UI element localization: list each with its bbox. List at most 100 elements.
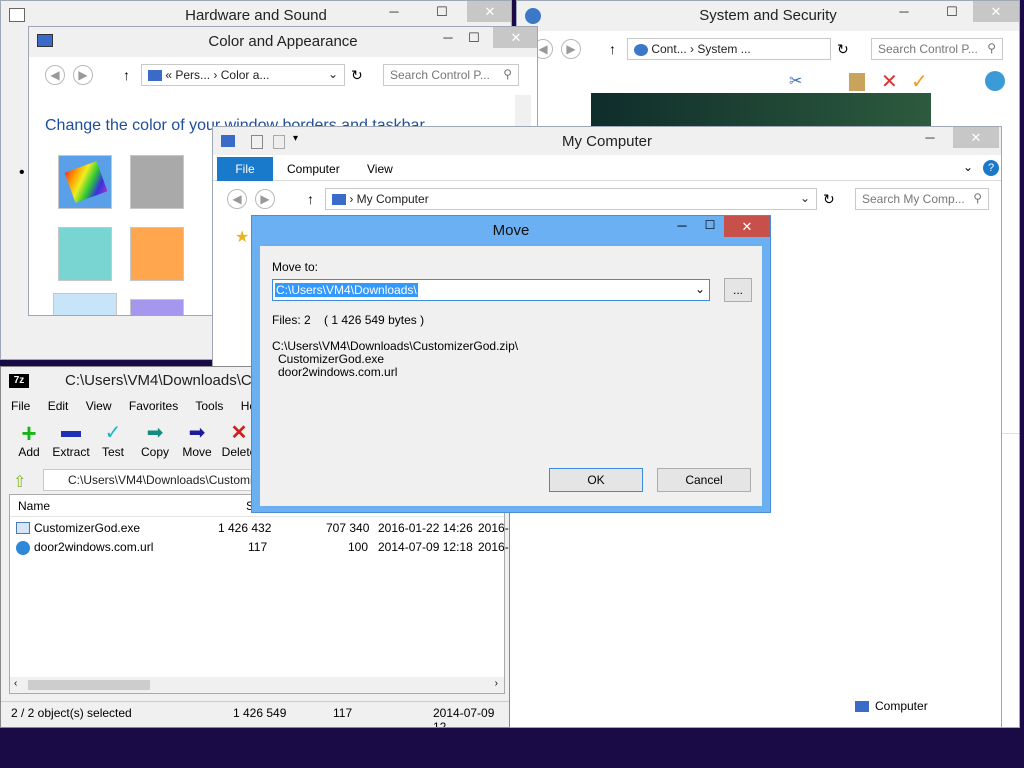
refresh-icon[interactable]: ↻ [837, 41, 849, 58]
breadcrumb-overflow[interactable]: « [165, 68, 172, 82]
breadcrumb-item[interactable]: System ... [697, 42, 750, 56]
forward-button[interactable]: ▶ [255, 189, 275, 209]
column-name[interactable]: Name [18, 499, 50, 513]
move-to-label: Move to: [272, 260, 319, 274]
move-dialog-body: Move to: C:\Users\VM4\Downloads\ ⌄ ... F… [260, 246, 762, 506]
search-icon: ⚲ [503, 67, 512, 81]
file-extra: 2016- [478, 521, 509, 535]
menu-file[interactable]: File [11, 399, 30, 413]
favorites-star-icon[interactable]: ★ [235, 227, 249, 247]
status-size: 1 426 549 [233, 706, 287, 720]
dropdown-arrow-icon[interactable]: ⌄ [800, 191, 810, 205]
browse-button[interactable]: ... [724, 278, 752, 302]
cancel-button[interactable]: Cancel [657, 468, 751, 492]
ribbon-expand-icon[interactable]: ⌄ [963, 160, 973, 174]
minimize-button[interactable]: ─ [371, 1, 417, 22]
move-dialog-titlebar: Move ─ ☐ ✕ [252, 216, 770, 244]
breadcrumb-item[interactable]: Cont... [651, 42, 686, 56]
maximize-button[interactable]: ☐ [698, 218, 722, 236]
close-button[interactable]: ✕ [493, 27, 537, 48]
cut-icon[interactable]: ✂ [789, 71, 802, 91]
app-toolbar: ✂ ✕ ✓ [697, 69, 1017, 95]
search-input[interactable]: Search My Comp... ⚲ [855, 188, 989, 210]
source-archive-path: C:\Users\VM4\Downloads\CustomizerGod.zip… [272, 339, 519, 353]
close-button[interactable]: ✕ [467, 1, 511, 22]
color-tile-blue[interactable] [53, 293, 117, 315]
search-icon: ⚲ [987, 41, 996, 55]
minimize-button[interactable]: ─ [670, 218, 694, 236]
copy-button[interactable]: ➡ Copy [135, 421, 175, 459]
horizontal-scrollbar[interactable]: ‹ › [10, 677, 504, 693]
address-bar[interactable]: « Pers... › Color a... ⌄ [141, 64, 345, 86]
search-input[interactable]: Search Control P... ⚲ [871, 38, 1003, 60]
back-button[interactable]: ◀ [227, 189, 247, 209]
search-placeholder: Search My Comp... [862, 192, 965, 206]
move-arrow-icon: ➡ [188, 422, 206, 444]
forward-button[interactable]: ▶ [73, 65, 93, 85]
table-row[interactable]: CustomizerGod.exe 1 426 432 707 340 2016… [14, 521, 509, 539]
status-date: 2014-07-09 12 [433, 706, 495, 728]
close-button[interactable]: ✕ [953, 127, 999, 148]
close-button[interactable]: ✕ [724, 216, 770, 237]
address-bar[interactable]: › My Computer ⌄ [325, 188, 817, 210]
color-tile-purple[interactable] [130, 299, 184, 315]
minimize-button[interactable]: ─ [907, 127, 953, 148]
search-input[interactable]: Search Control P... ⚲ [383, 64, 519, 86]
clipboard-icon[interactable] [849, 73, 865, 91]
color-tile-orange[interactable] [130, 227, 184, 281]
refresh-icon[interactable]: ↻ [823, 191, 835, 208]
globe-icon[interactable] [985, 71, 1005, 91]
address-bar[interactable]: Cont... › System ... [627, 38, 831, 60]
breadcrumb-item[interactable]: Color a... [221, 68, 270, 82]
back-button[interactable]: ◀ [45, 65, 65, 85]
scroll-thumb[interactable] [28, 680, 150, 690]
forward-button[interactable]: ▶ [561, 39, 581, 59]
move-button[interactable]: ➡ Move [177, 421, 217, 459]
minimize-button[interactable]: ─ [881, 1, 927, 22]
delete-icon[interactable]: ✕ [881, 69, 898, 94]
scroll-left-icon[interactable]: ‹ [14, 678, 17, 689]
menu-favorites[interactable]: Favorites [129, 399, 178, 413]
maximize-button[interactable]: ☐ [451, 27, 497, 48]
scroll-right-icon[interactable]: › [495, 678, 498, 689]
test-button[interactable]: ✓ Test [93, 421, 133, 459]
refresh-icon[interactable]: ↻ [351, 67, 363, 84]
table-row[interactable]: door2windows.com.url 117 100 2014-07-09 … [14, 540, 509, 558]
extract-button[interactable]: Extract [51, 421, 91, 459]
up-arrow-icon[interactable]: ↑ [307, 191, 314, 207]
check-icon[interactable]: ✓ [911, 69, 928, 94]
toolbar-label: Add [18, 445, 40, 459]
menu-edit[interactable]: Edit [48, 399, 69, 413]
close-button[interactable]: ✕ [973, 1, 1019, 22]
address-text: My Computer [356, 192, 429, 206]
destination-path-combo[interactable]: C:\Users\VM4\Downloads\ ⌄ [272, 279, 710, 301]
color-tile-gray[interactable] [130, 155, 184, 209]
file-list: Name Si CustomizerGod.exe 1 426 432 707 … [9, 494, 509, 694]
folder-up-icon[interactable]: ⇧ [13, 472, 26, 492]
help-icon[interactable]: ? [983, 160, 999, 176]
up-arrow-icon[interactable]: ↑ [609, 41, 616, 57]
sevenzip-logo-icon: 7z [9, 374, 29, 388]
maximize-button[interactable]: ☐ [929, 1, 975, 22]
check-icon: ✓ [104, 422, 122, 444]
minus-icon [51, 421, 91, 445]
up-arrow-icon[interactable]: ↑ [123, 67, 130, 83]
dropdown-arrow-icon[interactable]: ⌄ [328, 67, 338, 81]
menu-tools[interactable]: Tools [195, 399, 223, 413]
breadcrumb-item[interactable]: Pers... [175, 68, 210, 82]
color-picker-tile[interactable] [58, 155, 112, 209]
menu-bar: File Edit View Favorites Tools Help [11, 399, 279, 413]
status-text: Computer [875, 699, 928, 713]
tab-view[interactable]: View [367, 162, 393, 176]
ok-button[interactable]: OK [549, 468, 643, 492]
file-modified: 2016-01-22 14:26 [378, 521, 473, 535]
tab-computer[interactable]: Computer [287, 162, 340, 176]
color-tile-teal[interactable] [58, 227, 112, 281]
maximize-button[interactable]: ☐ [419, 1, 465, 22]
dropdown-arrow-icon[interactable]: ⌄ [695, 282, 705, 296]
menu-view[interactable]: View [86, 399, 112, 413]
toolbar-label: Test [101, 445, 124, 459]
file-packed-size: 707 340 [326, 521, 370, 535]
tab-file[interactable]: File [217, 157, 273, 181]
add-button[interactable]: + Add [9, 420, 49, 459]
